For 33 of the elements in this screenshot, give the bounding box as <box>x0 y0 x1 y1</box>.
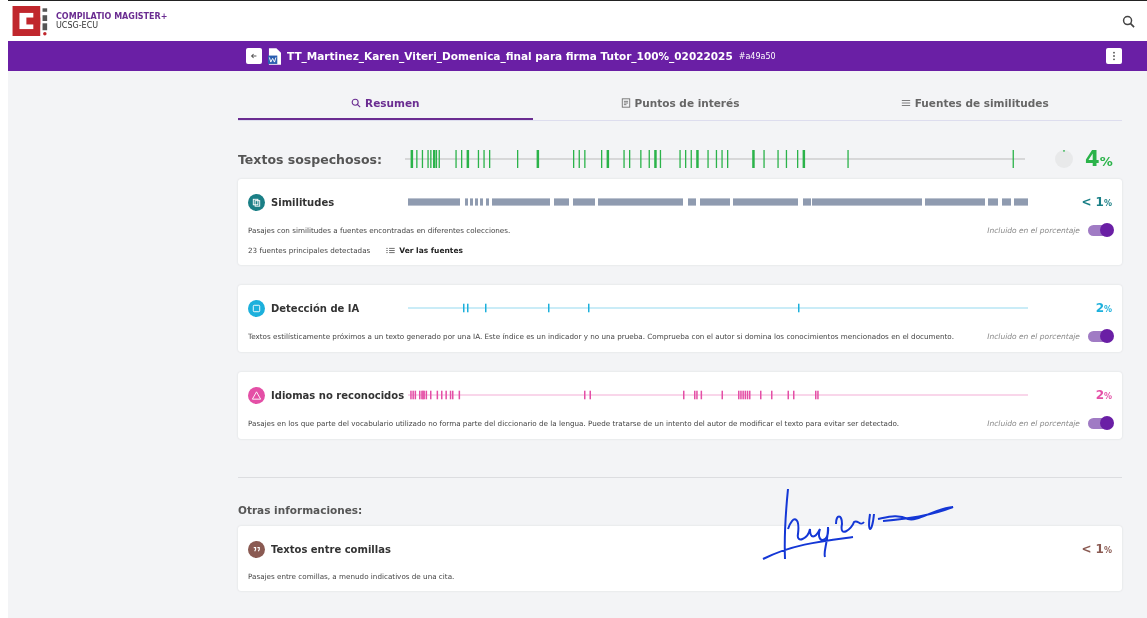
analysis-percentage: < 1% <box>1081 542 1112 556</box>
analysis-title: Textos entre comillas <box>271 543 391 555</box>
section-label: Textos sospechosos: <box>238 151 384 167</box>
include-toggle[interactable] <box>1088 418 1112 429</box>
document-title: TT_Martinez_Karen_Viteri_Domenica_final para firma Tutor_100%_02022025 <box>287 50 733 62</box>
include-toggle[interactable] <box>1088 331 1112 342</box>
logo-icon <box>12 6 50 36</box>
analysis-title: Idiomas no reconocidos <box>271 389 405 401</box>
analysis-percentage: 2% <box>1095 301 1112 315</box>
document-id: #a49a50 <box>738 51 776 61</box>
back-button[interactable] <box>246 48 262 64</box>
organization-name: UCSG-ECU <box>56 21 100 30</box>
more-vertical-icon <box>1112 51 1116 61</box>
search-icon <box>351 98 362 108</box>
more-options-button[interactable] <box>1106 48 1122 64</box>
analysis-percentage: < 1% <box>1081 195 1112 209</box>
tab[interactable]: Fuentes de similitudes <box>827 91 1122 120</box>
arrow-left-icon <box>250 52 258 60</box>
pie-icon <box>1055 150 1073 168</box>
tab[interactable]: Resumen <box>238 91 533 120</box>
analysis-percentage: 2% <box>1095 388 1112 402</box>
document-icon <box>620 98 631 108</box>
brand-name: COMPILATIO MAGISTER+ <box>56 12 168 21</box>
list-icon <box>900 98 911 108</box>
tab[interactable]: Puntos de interés <box>532 91 828 120</box>
list-icon <box>386 247 396 254</box>
section-heading: Otras informaciones: <box>238 504 364 516</box>
suspicious-percentage: 4% <box>1085 147 1113 171</box>
analysis-title: Similitudes <box>271 196 335 208</box>
search-icon[interactable] <box>1122 14 1135 28</box>
analysis-title: Detección de IA <box>271 302 360 314</box>
include-toggle[interactable] <box>1088 225 1112 236</box>
word-file-icon <box>268 47 281 65</box>
